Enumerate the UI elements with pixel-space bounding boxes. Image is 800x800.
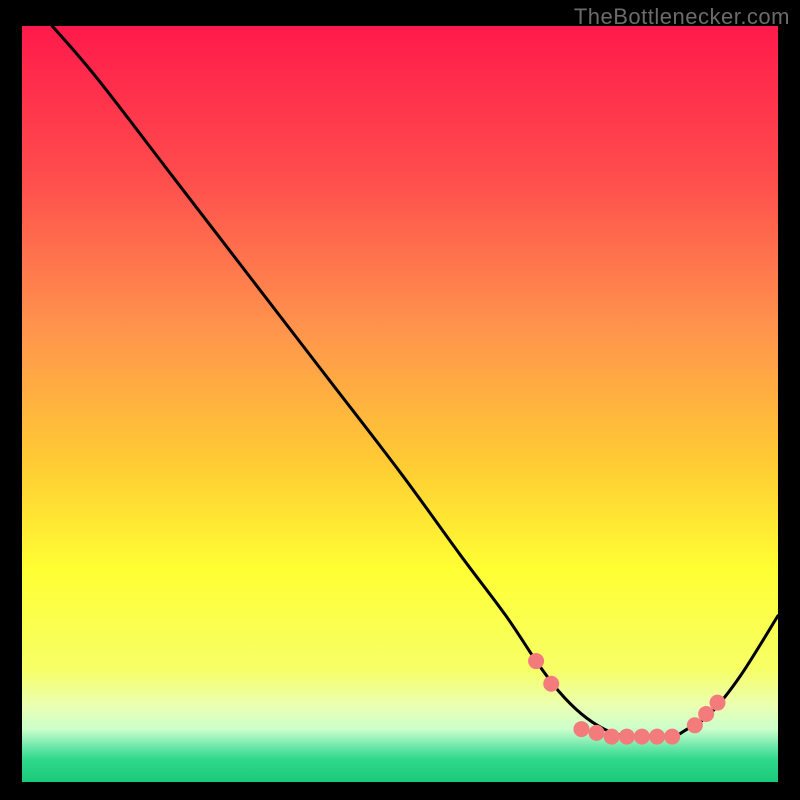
highlight-dot (619, 729, 635, 745)
highlight-dot (664, 729, 680, 745)
chart-svg (22, 26, 778, 782)
highlight-dot (698, 706, 714, 722)
highlight-dot (543, 676, 559, 692)
highlight-dot (528, 653, 544, 669)
highlight-dot (634, 729, 650, 745)
chart-background (22, 26, 778, 782)
chart-stage: TheBottlenecker.com (0, 0, 800, 800)
highlight-dot (687, 717, 703, 733)
highlight-dot (710, 695, 726, 711)
highlight-dot (589, 725, 605, 741)
highlight-dot (649, 729, 665, 745)
highlight-dot (573, 721, 589, 737)
chart-plot-area (22, 26, 778, 782)
highlight-dot (604, 729, 620, 745)
